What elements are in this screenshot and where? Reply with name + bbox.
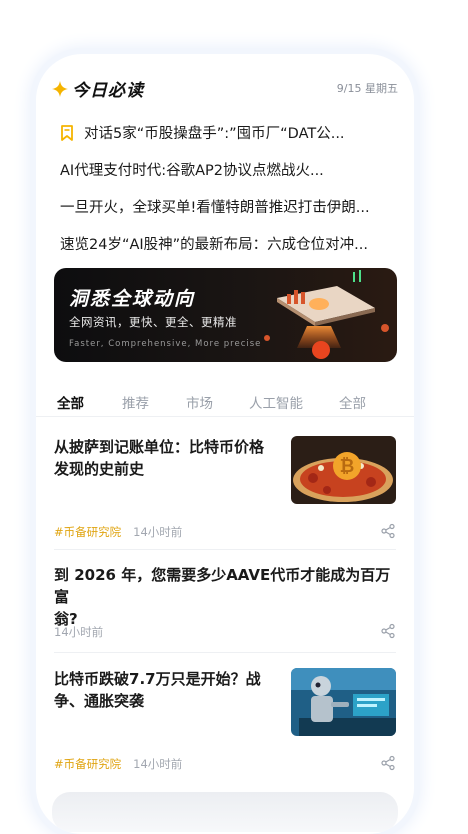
article-time: 14小时前	[133, 525, 183, 539]
daily-must-read-header: 今日必读 9/15 星期五	[52, 76, 398, 101]
category-tabs: 全部 推荐 市场 人工智能 全部	[36, 376, 414, 417]
share-icon[interactable]	[380, 755, 396, 771]
headline-list: 对话5家“币股操盘手”:”囤币厂“DAT公... AI代理支付时代:谷歌AP2协…	[60, 114, 390, 262]
share-icon[interactable]	[380, 523, 396, 539]
promo-banner[interactable]: 洞悉全球动向 全网资讯，更快、更全、更精准 Faster, Comprehens…	[54, 268, 397, 362]
section-title: 今日必读	[72, 81, 144, 101]
tab-ai[interactable]: 人工智能	[249, 392, 303, 412]
article-card[interactable]: 比特币跌破7.7万只是开始？战 争、通胀突袭 #币备研究院 14小时前	[54, 668, 396, 778]
headline-item[interactable]: AI代理支付时代:谷歌AP2协议点燃战火...	[60, 151, 390, 188]
article-divider	[54, 549, 396, 550]
date-label: 9/15 星期五	[336, 82, 398, 95]
headline-text: 对话5家“币股操盘手”:”囤币厂“DAT公...	[84, 126, 345, 142]
headline-text: AI代理支付时代:谷歌AP2协议点燃战火...	[60, 163, 324, 179]
section-brand: 今日必读	[52, 76, 144, 101]
article-meta: #币备研究院 14小时前	[54, 756, 182, 772]
article-card[interactable]: 从披萨到记账单位：比特币价格 发现的史前史 ₿ #币备研究院 14小时前	[54, 436, 396, 546]
svg-text:₿: ₿	[340, 456, 355, 477]
bookmark-icon	[61, 124, 73, 141]
bottom-peek-card	[52, 792, 398, 832]
tab-all[interactable]: 全部	[57, 392, 84, 412]
article-title-line: 争、通胀突袭	[54, 692, 145, 710]
article-title-line: 从披萨到记账单位：比特币价格	[54, 438, 265, 456]
headline-text: 速览24岁“AI股神”的最新布局：六成仓位对冲...	[60, 237, 368, 253]
article-time: 14小时前	[133, 757, 183, 771]
share-icon[interactable]	[380, 623, 396, 639]
banner-subtitle: 全网资讯，更快、更全、更精准	[69, 315, 237, 329]
headline-text: 一旦开火，全球买单!看懂特朗普推迟打击伊朗...	[60, 200, 370, 216]
article-title-line: 发现的史前史	[54, 460, 145, 478]
article-thumbnail-pizza-bitcoin: ₿	[291, 436, 396, 504]
article-title: 从披萨到记账单位：比特币价格 发现的史前史	[54, 436, 264, 480]
banner-title: 洞悉全球动向	[69, 288, 196, 310]
article-time: 14小时前	[54, 625, 104, 639]
article-source-tag[interactable]: #币备研究院	[54, 756, 121, 772]
article-source-tag[interactable]: #币备研究院	[54, 524, 121, 540]
article-title: 比特币跌破7.7万只是开始？战 争、通胀突袭	[54, 668, 261, 712]
tab-market[interactable]: 市场	[186, 392, 213, 412]
headline-item[interactable]: 对话5家“币股操盘手”:”囤币厂“DAT公...	[60, 114, 390, 151]
sparkle-icon	[52, 80, 68, 97]
article-title-line: 到 2026 年，您需要多少AAVE代币才能成为百万富	[54, 566, 391, 606]
article-title: 到 2026 年，您需要多少AAVE代币才能成为百万富 翁?	[54, 564, 396, 630]
article-thumbnail-robot	[291, 668, 396, 736]
tab-recommended[interactable]: 推荐	[122, 392, 149, 412]
tab-all-more[interactable]: 全部	[339, 392, 366, 412]
article-meta: #币备研究院 14小时前	[54, 524, 182, 540]
article-meta: 14小时前	[54, 624, 103, 640]
article-title-line: 翁?	[54, 610, 78, 628]
data-visual-illustration	[264, 270, 389, 359]
article-title-line: 比特币跌破7.7万只是开始？战	[54, 670, 261, 688]
phone-frame: 今日必读 9/15 星期五 对话5家“币股操盘手”:”囤币厂“DAT公... A…	[36, 54, 414, 834]
headline-item[interactable]: 一旦开火，全球买单!看懂特朗普推迟打击伊朗...	[60, 188, 390, 225]
article-card[interactable]: 到 2026 年，您需要多少AAVE代币才能成为百万富 翁? 14小时前	[54, 564, 396, 644]
headline-item[interactable]: 速览24岁“AI股神”的最新布局：六成仓位对冲...	[60, 225, 390, 262]
banner-english-tagline: Faster, Comprehensive, More precise	[69, 339, 262, 349]
app-screen: 今日必读 9/15 星期五 对话5家“币股操盘手”:”囤币厂“DAT公... A…	[36, 54, 414, 834]
article-divider	[54, 652, 396, 653]
